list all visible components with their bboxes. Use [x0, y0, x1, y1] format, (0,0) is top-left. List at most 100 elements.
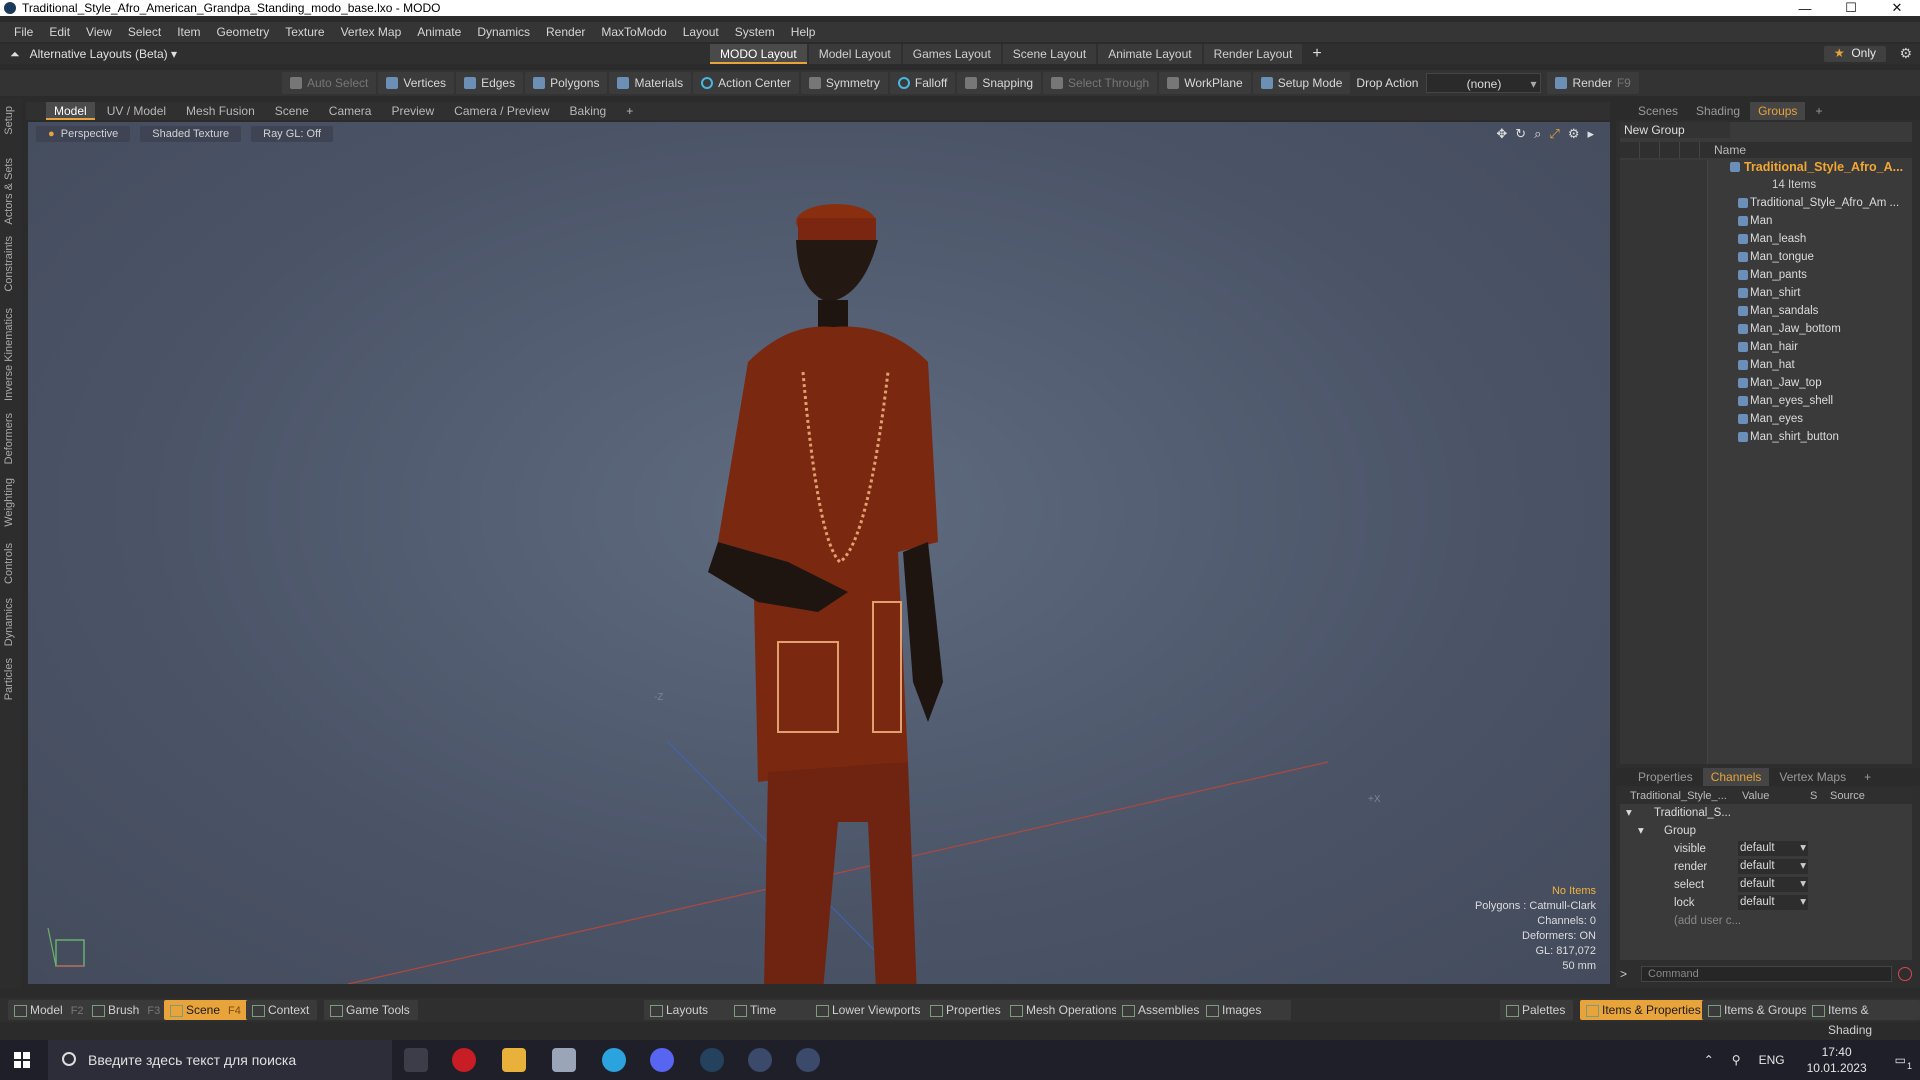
- items-groups-button[interactable]: Items & Groups: [1702, 1000, 1816, 1020]
- list-item[interactable]: Man_Jaw_top: [1620, 374, 1912, 392]
- channel-row-select[interactable]: select default: [1620, 876, 1912, 894]
- channel-root-row[interactable]: ▾ Traditional_S...: [1620, 804, 1912, 822]
- fit-icon[interactable]: ⤢: [1549, 126, 1559, 142]
- strip-inverse-kinematics[interactable]: Inverse Kinematics: [3, 308, 15, 401]
- auto-select-button[interactable]: Auto Select: [282, 72, 377, 94]
- channel-value-dropdown[interactable]: default: [1738, 877, 1808, 892]
- add-layout-icon[interactable]: +: [1312, 45, 1321, 63]
- list-item[interactable]: Man_hat: [1620, 356, 1912, 374]
- channel-group-row[interactable]: ▾ Group: [1620, 822, 1912, 840]
- add-panel-tab-icon[interactable]: +: [1807, 102, 1830, 120]
- tab-groups[interactable]: Groups: [1750, 102, 1806, 120]
- tab-camera-preview[interactable]: Camera / Preview: [446, 102, 557, 120]
- time-button[interactable]: Time: [728, 1000, 817, 1020]
- select-col-icon[interactable]: [1680, 142, 1700, 158]
- items-shading-button[interactable]: Items & Shading: [1806, 1000, 1920, 1037]
- menu-view[interactable]: View: [78, 25, 120, 39]
- list-item[interactable]: Man_shirt_button: [1620, 428, 1912, 446]
- palettes-button[interactable]: Palettes: [1500, 1000, 1574, 1020]
- network-icon[interactable]: ⚲: [1732, 1053, 1741, 1067]
- menu-help[interactable]: Help: [783, 25, 824, 39]
- shading-button[interactable]: Shaded Texture: [140, 126, 242, 142]
- tab-preview[interactable]: Preview: [383, 102, 442, 120]
- menu-animate[interactable]: Animate: [409, 25, 469, 39]
- tab-scene[interactable]: Scene: [267, 102, 317, 120]
- render-col-icon[interactable]: [1640, 142, 1660, 158]
- modo-taskbar-icon[interactable]: [700, 1048, 724, 1072]
- expand-group-icon[interactable]: ▾: [1638, 822, 1644, 840]
- command-input[interactable]: Command: [1641, 966, 1893, 982]
- notifications-icon[interactable]: ▭ 1: [1895, 1053, 1912, 1071]
- tab-mesh-fusion[interactable]: Mesh Fusion: [178, 102, 263, 120]
- pan-icon[interactable]: ✥: [1496, 126, 1507, 142]
- clock[interactable]: 17:40 10.01.2023: [1807, 1044, 1867, 1076]
- tab-animate-layout[interactable]: Animate Layout: [1098, 44, 1202, 64]
- channel-row-visible[interactable]: visible default: [1620, 840, 1912, 858]
- select-through-button[interactable]: Select Through: [1043, 72, 1158, 94]
- tab-model-layout[interactable]: Model Layout: [808, 44, 901, 64]
- tab-scene-layout[interactable]: Scene Layout: [1002, 44, 1097, 64]
- context-button[interactable]: Context: [246, 1000, 318, 1020]
- close-icon[interactable]: ✕: [1874, 0, 1920, 16]
- tab-scenes[interactable]: Scenes: [1630, 102, 1686, 120]
- list-item[interactable]: Man_Jaw_bottom: [1620, 320, 1912, 338]
- list-item[interactable]: Man_shirt: [1620, 284, 1912, 302]
- add-user-channel-row[interactable]: (add user c...: [1620, 912, 1912, 930]
- list-item[interactable]: Man_hair: [1620, 338, 1912, 356]
- strip-controls[interactable]: Controls: [3, 543, 15, 584]
- action-center-button[interactable]: Action Center: [693, 72, 799, 94]
- strip-deformers[interactable]: Deformers: [3, 413, 15, 464]
- maximize-icon[interactable]: ☐: [1828, 0, 1874, 16]
- lower-viewports-button[interactable]: Lower Viewports: [810, 1000, 929, 1020]
- task-view-icon[interactable]: [404, 1048, 428, 1072]
- windows-start-icon[interactable]: [14, 1052, 30, 1068]
- tab-modo-layout[interactable]: MODO Layout: [710, 44, 807, 64]
- menu-select[interactable]: Select: [120, 25, 169, 39]
- add-tab-icon[interactable]: +: [618, 102, 641, 120]
- list-item[interactable]: Man_tongue: [1620, 248, 1912, 266]
- assemblies-button[interactable]: Assemblies: [1116, 1000, 1208, 1020]
- list-item[interactable]: Man_eyes_shell: [1620, 392, 1912, 410]
- menu-system[interactable]: System: [727, 25, 783, 39]
- list-item[interactable]: Traditional_Style_Afro_Am ...: [1620, 194, 1912, 212]
- strip-particles[interactable]: Particles: [3, 658, 15, 700]
- tab-model[interactable]: Model: [46, 102, 95, 120]
- file-explorer-icon[interactable]: [502, 1048, 526, 1072]
- tab-camera[interactable]: Camera: [321, 102, 380, 120]
- images-button[interactable]: Images: [1200, 1000, 1292, 1020]
- setup-mode-button[interactable]: Setup Mode: [1252, 72, 1351, 94]
- list-item[interactable]: Man_sandals: [1620, 302, 1912, 320]
- tab-vertex-maps[interactable]: Vertex Maps: [1771, 768, 1854, 786]
- tab-games-layout[interactable]: Games Layout: [902, 44, 1001, 64]
- gear-icon[interactable]: ⚙: [1899, 45, 1912, 62]
- brush-button[interactable]: Brush F3: [86, 1000, 169, 1020]
- discord-icon[interactable]: [650, 1048, 674, 1072]
- snapping-button[interactable]: Snapping: [957, 72, 1042, 94]
- menu-maxtomodo[interactable]: MaxToModo: [593, 25, 674, 39]
- tab-channels[interactable]: Channels: [1702, 768, 1770, 786]
- materials-button[interactable]: Materials: [609, 72, 692, 94]
- telegram-icon[interactable]: [602, 1048, 626, 1072]
- tab-properties[interactable]: Properties: [1630, 768, 1701, 786]
- menu-texture[interactable]: Texture: [277, 25, 332, 39]
- strip-dynamics[interactable]: Dynamics: [3, 598, 15, 646]
- group-row[interactable]: Traditional_Style_Afro_A...: [1620, 158, 1912, 176]
- zoom-icon[interactable]: ⌕: [1534, 126, 1541, 142]
- list-item[interactable]: Man: [1620, 212, 1912, 230]
- lock-col-icon[interactable]: [1660, 142, 1680, 158]
- menu-vertex-map[interactable]: Vertex Map: [333, 25, 410, 39]
- app-icon[interactable]: [552, 1048, 576, 1072]
- app-icon-2[interactable]: [748, 1048, 772, 1072]
- drop-action-dropdown[interactable]: (none): [1426, 73, 1542, 94]
- list-item[interactable]: Man_pants: [1620, 266, 1912, 284]
- expand-icon[interactable]: ▾: [1626, 804, 1632, 822]
- channel-row-lock[interactable]: lock default: [1620, 894, 1912, 912]
- language-indicator[interactable]: ENG: [1759, 1053, 1785, 1067]
- menu-geometry[interactable]: Geometry: [209, 25, 278, 39]
- menu-item[interactable]: Item: [169, 25, 208, 39]
- new-group-button[interactable]: New Group: [1620, 122, 1730, 138]
- menu-layout[interactable]: Layout: [675, 25, 727, 39]
- falloff-button[interactable]: Falloff: [889, 72, 956, 94]
- opera-icon[interactable]: [452, 1048, 476, 1072]
- strip-actors-sets[interactable]: Actors & Sets: [3, 158, 15, 225]
